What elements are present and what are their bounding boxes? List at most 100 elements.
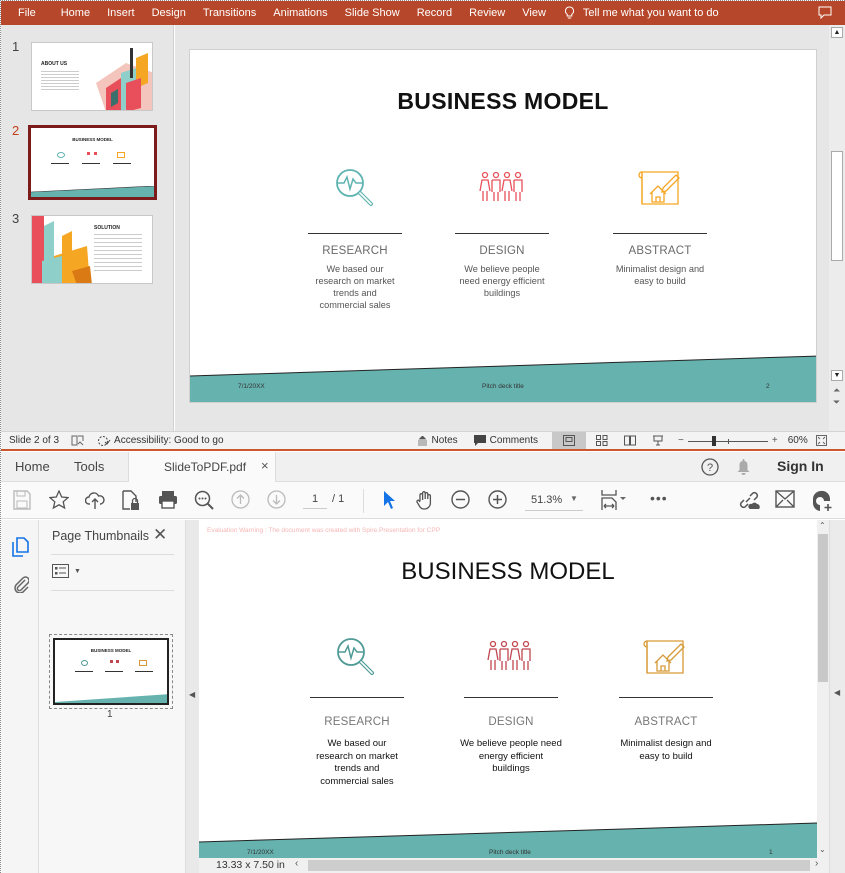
slide-thumbnail-3[interactable]: SOLUTION: [31, 215, 153, 284]
pdf-vertical-scrollbar[interactable]: ⌃ ⌄: [817, 520, 829, 858]
next-page-icon[interactable]: [267, 490, 286, 509]
menu-animations[interactable]: Animations: [273, 7, 327, 19]
save-icon[interactable]: [13, 490, 31, 510]
zoom-slider[interactable]: [687, 435, 768, 446]
document-tab-label: SlideToPDF.pdf: [164, 460, 247, 474]
tell-me-box[interactable]: Tell me what you want to do: [564, 6, 719, 20]
scroll-down-arrow-icon[interactable]: ⌄: [819, 845, 826, 854]
menu-design[interactable]: Design: [152, 7, 186, 19]
collapse-arrow-icon: ◀: [189, 690, 196, 699]
notes-label: Notes: [431, 435, 458, 446]
scroll-thumb[interactable]: [831, 151, 843, 261]
slideshow-view-icon[interactable]: [652, 435, 664, 446]
previous-slide-icon[interactable]: ⏶: [833, 385, 840, 396]
zoom-level[interactable]: 60%: [788, 435, 808, 446]
zoom-in-button[interactable]: +: [772, 435, 778, 446]
zoom-slider-thumb[interactable]: [711, 435, 716, 446]
share-link-icon[interactable]: [738, 490, 760, 510]
panel-divider: [51, 590, 174, 591]
menu-slide-show[interactable]: Slide Show: [345, 7, 400, 19]
sign-in-button[interactable]: Sign In: [777, 458, 824, 474]
research-magnifier-icon: [336, 169, 373, 206]
slide-thumbnail-1[interactable]: ABOUT US: [31, 42, 153, 111]
page-size-label: 13.33 x 7.50 in: [216, 859, 285, 871]
scroll-right-arrow-icon[interactable]: ›: [815, 858, 818, 869]
normal-view-button[interactable]: [552, 432, 587, 449]
column-design: DESIGN We believe people need energy eff…: [442, 166, 562, 299]
spelling-check-icon[interactable]: [71, 435, 84, 446]
hand-tool-icon[interactable]: [415, 490, 435, 511]
next-slide-icon[interactable]: ⏷: [833, 397, 840, 408]
zoom-in-icon[interactable]: [488, 490, 507, 509]
bookmark-star-icon[interactable]: [49, 490, 69, 510]
page-total: / 1: [332, 493, 345, 505]
accessibility-status[interactable]: Accessibility: Good to go: [114, 435, 224, 446]
close-tab-icon[interactable]: ×: [261, 458, 269, 473]
horizontal-scroll-thumb[interactable]: [308, 860, 810, 871]
scroll-down-arrow-icon[interactable]: ▼: [831, 370, 843, 381]
protect-file-icon[interactable]: [122, 490, 140, 511]
menu-record[interactable]: Record: [417, 7, 452, 19]
zoom-out-button[interactable]: −: [678, 435, 684, 446]
scroll-left-arrow-icon[interactable]: ‹: [295, 858, 298, 869]
screen: File Home Insert Design Transitions Anim…: [0, 0, 845, 873]
attachments-paperclip-icon[interactable]: [12, 574, 29, 593]
notes-button[interactable]: Notes: [417, 435, 458, 446]
thumbnail-options-button[interactable]: ▼: [52, 564, 81, 578]
reading-view-icon[interactable]: [624, 435, 637, 446]
pdf-document-view: Evaluation Warning : The document was cr…: [199, 520, 817, 858]
page-fit-icon[interactable]: [601, 489, 627, 511]
chevron-down-icon: ▼: [570, 494, 578, 503]
pdf-page-thumbnail[interactable]: BUSINESS MODEL: [49, 634, 173, 709]
add-user-icon[interactable]: [811, 490, 833, 512]
slide-canvas[interactable]: BUSINESS MODEL RESEARCH We based our res…: [189, 49, 817, 403]
column-text: Minimalist design and easy to build: [620, 738, 712, 762]
slide-title[interactable]: BUSINESS MODEL: [190, 88, 816, 115]
comments-button[interactable]: Comments: [473, 435, 538, 446]
notifications-bell-icon[interactable]: [736, 458, 751, 476]
column-heading: RESEARCH: [324, 716, 390, 728]
footer-page: 2: [766, 383, 770, 390]
menu-transitions[interactable]: Transitions: [203, 7, 256, 19]
menu-home[interactable]: Home: [61, 7, 90, 19]
comments-icon[interactable]: [818, 6, 832, 22]
email-icon[interactable]: [775, 490, 795, 508]
menu-review[interactable]: Review: [469, 7, 505, 19]
slide-thumbnail-2[interactable]: BUSINESS MODEL: [28, 125, 157, 200]
slide-vertical-scrollbar[interactable]: ▲ ▼ ⏶ ⏷: [829, 25, 845, 431]
tab-tools[interactable]: Tools: [74, 459, 104, 474]
help-icon[interactable]: ?: [701, 458, 719, 476]
zoom-dropdown[interactable]: 51.3% ▼: [525, 489, 583, 511]
menu-view[interactable]: View: [522, 7, 546, 19]
collapse-panel-handle[interactable]: ◀: [185, 520, 199, 873]
close-panel-icon[interactable]: ✕: [153, 525, 167, 545]
ppt-status-bar: Slide 2 of 3 Accessibility: Good to go N…: [1, 431, 845, 451]
house-blueprint-icon: [638, 171, 680, 205]
page-number-input[interactable]: 1: [303, 493, 327, 509]
print-icon[interactable]: [158, 490, 178, 509]
menu-file[interactable]: File: [18, 7, 36, 19]
column-divider: [613, 233, 707, 234]
slide-sorter-icon[interactable]: [596, 435, 608, 446]
find-text-icon[interactable]: [194, 490, 214, 510]
more-tools-icon[interactable]: •••: [650, 490, 668, 506]
chevron-down-icon: ▼: [74, 567, 81, 575]
fit-to-window-icon[interactable]: [815, 435, 827, 446]
pdf-footer-page: 1: [769, 849, 773, 856]
upload-cloud-icon[interactable]: [85, 490, 105, 510]
previous-page-icon[interactable]: [231, 490, 250, 509]
select-cursor-icon[interactable]: [383, 490, 397, 510]
thumb-title: SOLUTION: [94, 225, 120, 231]
scroll-up-arrow-icon[interactable]: ⌃: [819, 521, 826, 530]
thumb-text-lines: [41, 71, 79, 91]
right-pane-handle[interactable]: ◀: [829, 520, 845, 873]
zoom-out-icon[interactable]: [451, 490, 470, 509]
tab-document[interactable]: SlideToPDF.pdf ×: [128, 452, 276, 483]
column-text: We based our research on market trends a…: [315, 264, 395, 311]
scroll-up-arrow-icon[interactable]: ▲: [831, 27, 843, 38]
tab-home[interactable]: Home: [15, 459, 50, 474]
scroll-thumb[interactable]: [818, 534, 828, 682]
menu-insert[interactable]: Insert: [107, 7, 135, 19]
page-thumbnails-icon[interactable]: [12, 537, 29, 557]
column-divider: [308, 233, 402, 234]
